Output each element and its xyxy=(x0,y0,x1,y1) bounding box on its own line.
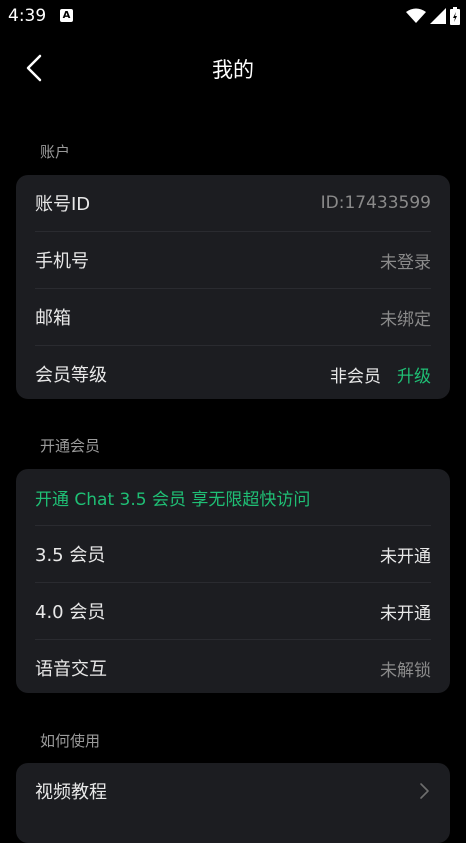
howto-card: 视频教程 xyxy=(16,763,450,843)
row-label: 邮箱 xyxy=(35,308,71,329)
email-row[interactable]: 邮箱 未绑定 xyxy=(35,289,431,346)
membership-promo-link[interactable]: 开通 Chat 3.5 会员 享无限超快访问 xyxy=(35,485,310,510)
video-tutorial-row[interactable]: 视频教程 xyxy=(35,763,431,819)
section-label-account: 账户 xyxy=(40,143,71,161)
status-time: 4:39 xyxy=(8,6,47,26)
membership-35-row[interactable]: 3.5 会员 未开通 xyxy=(35,526,431,583)
membership-promo-row[interactable]: 开通 Chat 3.5 会员 享无限超快访问 xyxy=(35,469,431,526)
email-value: 未绑定 xyxy=(380,309,431,330)
page-title: 我的 xyxy=(212,58,254,82)
voice-interaction-status: 未解锁 xyxy=(380,660,431,681)
row-label: 手机号 xyxy=(35,251,89,272)
system-icons xyxy=(406,6,460,26)
account-card: 账号ID ID:17433599 手机号 未登录 邮箱 未绑定 会员等级 非会员… xyxy=(16,175,450,399)
row-label: 语音交互 xyxy=(35,659,107,680)
membership-card: 开通 Chat 3.5 会员 享无限超快访问 3.5 会员 未开通 4.0 会员… xyxy=(16,469,450,693)
status-bar: 4:39 A xyxy=(0,0,466,32)
voice-interaction-row[interactable]: 语音交互 未解锁 xyxy=(35,640,431,696)
top-bar: 我的 xyxy=(0,40,466,96)
row-label: 会员等级 xyxy=(35,365,107,386)
cell-signal-icon xyxy=(430,8,446,24)
upgrade-button[interactable]: 升级 xyxy=(397,362,431,387)
account-id-row: 账号ID ID:17433599 xyxy=(35,175,431,232)
wifi-icon xyxy=(406,8,426,23)
row-label: 3.5 会员 xyxy=(35,545,106,566)
notification-a-icon: A xyxy=(60,9,73,22)
membership-40-row[interactable]: 4.0 会员 未开通 xyxy=(35,583,431,640)
row-label: 账号ID xyxy=(35,194,91,215)
member-level-value: 非会员 xyxy=(330,366,381,387)
section-label-howto: 如何使用 xyxy=(40,732,101,750)
phone-value: 未登录 xyxy=(380,252,431,273)
chevron-right-icon xyxy=(420,783,429,799)
membership-40-status: 未开通 xyxy=(380,603,431,624)
section-label-membership: 开通会员 xyxy=(40,437,101,455)
member-level-row: 会员等级 非会员 升级 xyxy=(35,346,431,402)
account-id-value: ID:17433599 xyxy=(320,193,431,213)
row-label: 4.0 会员 xyxy=(35,602,106,623)
member-level-group: 非会员 升级 xyxy=(330,362,431,387)
row-label: 视频教程 xyxy=(35,782,107,803)
membership-35-status: 未开通 xyxy=(380,546,431,567)
phone-row[interactable]: 手机号 未登录 xyxy=(35,232,431,289)
battery-icon xyxy=(450,7,460,25)
